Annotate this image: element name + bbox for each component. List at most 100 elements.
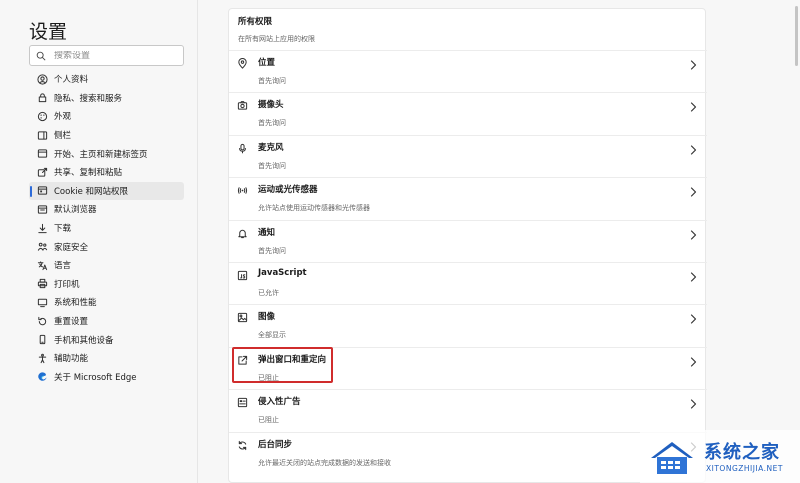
sidebar-item-label: 重置设置 [54,317,89,328]
sidebar-item-browser[interactable]: 默认浏览器 [29,200,184,219]
phone-icon [37,334,48,345]
sidebar-item-label: 下载 [54,224,72,235]
system-icon [37,297,48,308]
permission-row-image[interactable]: 图像 全部显示 [229,304,707,346]
sidebar-item-label: 辅助功能 [54,354,89,365]
permission-status: 允许站点使用运动传感器和光传感器 [258,204,370,213]
watermark-house-logo [651,442,693,474]
watermark-subtitle: XITONGZHIJIA.NET [706,464,783,473]
accessibility-icon [37,353,48,364]
permission-title: 运动或光传感器 [258,185,318,196]
sidebar-item-printer[interactable]: 打印机 [29,275,184,294]
sidebar-item-profile[interactable]: 个人资料 [29,70,184,89]
sidebar-item-home[interactable]: 开始、主页和新建标签页 [29,144,184,163]
sensor-icon [237,185,248,196]
chevron-right-icon [690,60,697,70]
printer-icon [37,278,48,289]
sidebar-item-cookie[interactable]: Cookie 和网站权限 [29,181,184,201]
sidebar-item-system[interactable]: 系统和性能 [29,293,184,312]
permission-title: JavaScript [258,268,307,278]
share-icon [37,167,48,178]
sidebar-item-label: 家庭安全 [54,242,89,253]
permission-status: 已允许 [258,289,279,297]
sidebar-item-edge-logo[interactable]: 关于 Microsoft Edge [29,368,184,387]
javascript-icon [237,270,248,281]
sidebar-icon [37,130,48,141]
permission-status: 允许最近关闭的站点完成数据的发送和接收 [258,458,391,467]
sidebar-item-reset[interactable]: 重置设置 [29,312,184,331]
permission-title: 图像 [258,312,276,323]
permission-status: 首先询问 [258,77,286,85]
permission-status: 全部显示 [258,331,286,340]
watermark: 系统之家 XITONGZHIJIA.NET [640,430,800,483]
reset-icon [37,316,48,327]
sidebar-item-share[interactable]: 共享、复制和粘贴 [29,163,184,182]
location-icon [237,58,248,69]
permission-title: 后台同步 [258,439,293,450]
sidebar-item-accessibility[interactable]: 辅助功能 [29,349,184,368]
panel-subtitle: 在所有网站上应用的权限 [238,35,315,43]
permission-row-bell[interactable]: 通知 首先询问 [229,219,707,262]
sidebar-item-phone[interactable]: 手机和其他设备 [29,330,184,349]
chevron-right-icon [690,102,697,112]
chevron-right-icon [690,229,697,240]
permission-status: 首先询问 [258,119,286,128]
permission-status: 首先询问 [258,246,286,255]
ads-icon [237,397,248,408]
page-scrollbar[interactable] [792,0,800,483]
profile-icon [37,74,48,85]
sidebar-item-label: 关于 Microsoft Edge [54,372,137,383]
privacy-lock-icon [37,92,48,103]
browser-icon [37,204,48,215]
sidebar-item-appearance[interactable]: 外观 [29,107,184,126]
chevron-right-icon [690,272,697,282]
sidebar-item-label: 默认浏览器 [54,205,97,216]
permission-title: 摄像头 [258,100,284,111]
permission-row-javascript[interactable]: JavaScript 已允许 [229,262,707,304]
sidebar-item-label: 外观 [54,112,72,123]
chevron-right-icon [690,187,697,197]
sidebar-item-label: 手机和其他设备 [54,335,114,346]
permission-row-camera[interactable]: 摄像头 首先询问 [229,92,707,134]
sidebar-item-language[interactable]: 语言 [29,256,184,275]
chevron-right-icon [690,145,697,155]
permission-status: 已阻止 [258,416,279,425]
settings-sidebar: 设置 个人资料隐私、搜索和服务外观侧栏开始、主页和新建标签页共享、复制和粘贴 Co… [0,0,198,483]
language-icon [37,260,48,271]
sidebar-item-privacy-lock[interactable]: 隐私、搜索和服务 [29,89,184,108]
sidebar-item-family[interactable]: 家庭安全 [29,237,184,256]
permission-status: 首先询问 [258,161,286,170]
search-icon [36,46,46,65]
sidebar-item-label: Cookie 和网站权限 [54,186,129,197]
edge-logo-icon [37,371,48,382]
microphone-icon [237,143,248,154]
permission-row-sync[interactable]: 后台同步允许最近关闭的站点完成数据的发送和接收 [229,431,707,474]
sync-icon [237,440,248,451]
permission-row-location[interactable]: 位置 首先询问 [229,50,707,92]
permission-row-microphone[interactable]: 麦克风 首先询问 [229,134,707,177]
scrollbar-thumb[interactable] [795,6,798,66]
permission-title: 位置 [258,58,276,68]
highlight-box [232,347,333,383]
permission-title: 麦克风 [258,142,284,153]
cookie-icon [37,185,48,196]
sidebar-item-label: 个人资料 [54,75,89,86]
home-icon [37,148,48,159]
sidebar-item-label: 系统和性能 [54,298,97,309]
sidebar-item-label: 共享、复制和粘贴 [54,168,123,179]
chevron-right-icon [690,314,697,324]
sidebar-item-download[interactable]: 下载 [29,219,184,238]
permission-title: 通知 [258,227,276,238]
family-icon [37,241,48,252]
chevron-right-icon [690,357,697,367]
permission-row-sensor[interactable]: 运动或光传感器允许站点使用运动传感器和光传感器 [229,177,707,219]
all-permissions-panel: 所有权限 在所有网站上应用的权限 位置 首先询问 摄像头 首先询问 麦克风 首先询问 运动或… [228,8,707,483]
permission-row-ads[interactable]: 侵入性广告 已阻止 [229,389,707,431]
watermark-title: 系统之家 [704,442,780,463]
sidebar-item-label: 隐私、搜索和服务 [54,93,123,104]
bell-icon [237,228,248,239]
chevron-right-icon [690,399,697,409]
sidebar-item-sidebar[interactable]: 侧栏 [29,126,184,145]
search-settings-field[interactable] [29,45,184,66]
search-settings-input[interactable] [54,50,174,61]
